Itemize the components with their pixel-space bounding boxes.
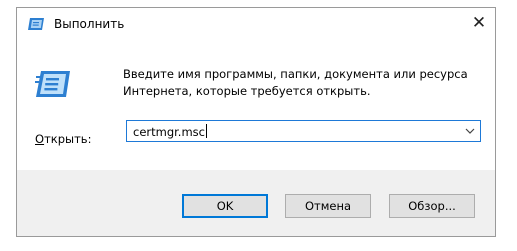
close-button[interactable]: ✕ [463,8,495,39]
browse-button[interactable]: Обзор... [389,194,475,218]
open-label: Открыть: [35,132,92,146]
cancel-button[interactable]: Отмена [285,194,371,218]
close-icon: ✕ [471,13,487,33]
open-combobox[interactable]: certmgr.msc [126,120,481,142]
run-dialog: Выполнить ✕ Введите имя программы, папки… [16,7,496,237]
chevron-down-icon[interactable] [464,125,476,137]
run-large-icon [35,71,70,97]
window-title: Выполнить [54,17,125,31]
run-description: Введите имя программы, папки, документа … [123,67,468,98]
run-icon [28,18,44,30]
open-input[interactable]: certmgr.msc [133,124,207,140]
ok-button[interactable]: OK [182,194,268,218]
title-bar[interactable]: Выполнить ✕ [17,8,495,40]
text-cursor [205,124,207,138]
